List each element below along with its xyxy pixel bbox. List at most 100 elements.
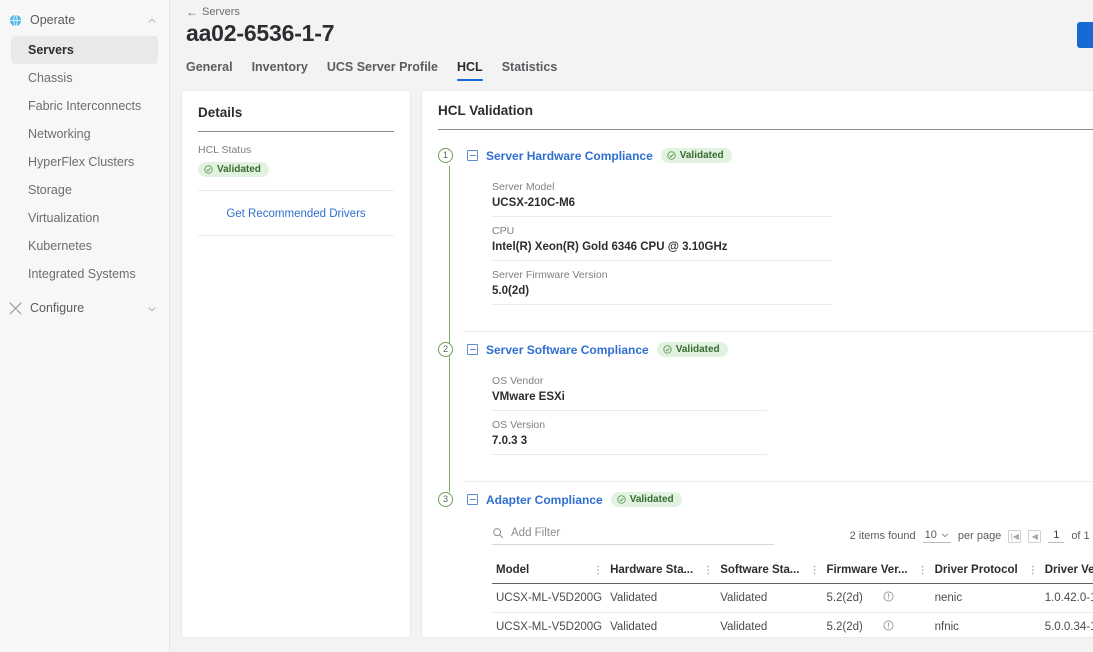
tab-hcl[interactable]: HCL [457, 60, 483, 81]
sidebar: Operate Servers Chassis Fabric Interconn… [0, 0, 170, 652]
step-number: 3 [438, 492, 453, 507]
page-title: aa02-6536-1-7 [186, 20, 335, 46]
status-badge: Validated [656, 342, 728, 357]
sort-icon[interactable]: ⋮ [1018, 565, 1038, 576]
status-badge: Validated [660, 148, 732, 163]
column-header-hardware-status[interactable]: Hardware Sta... ⋮ [606, 558, 717, 584]
sidebar-group-operate[interactable]: Operate [0, 6, 169, 34]
section-title[interactable]: Adapter Compliance [486, 493, 603, 507]
app-root: Operate Servers Chassis Fabric Interconn… [0, 0, 1093, 652]
sidebar-item-label: Integrated Systems [28, 267, 136, 281]
column-header-software-status[interactable]: Software Sta... ⋮ [716, 558, 823, 584]
actions-button[interactable]: Actions [1076, 22, 1093, 48]
breadcrumb[interactable]: ← Servers [186, 6, 240, 18]
sort-icon[interactable]: ⋮ [799, 565, 819, 576]
info-icon[interactable] [883, 620, 894, 634]
get-recommended-drivers-link[interactable]: Get Recommended Drivers [226, 208, 365, 220]
sidebar-item-label: HyperFlex Clusters [28, 155, 135, 169]
section-header: Server Software Compliance Validated [467, 340, 1093, 359]
sidebar-item-fabric-interconnects[interactable]: Fabric Interconnects [11, 92, 158, 120]
cell-software-status: Validated [716, 612, 823, 637]
field-cpu: CPU Intel(R) Xeon(R) Gold 6346 CPU @ 3.1… [492, 217, 832, 261]
status-badge: Validated [198, 162, 269, 177]
tab-label: HCL [457, 60, 483, 74]
sidebar-item-kubernetes[interactable]: Kubernetes [11, 232, 158, 260]
field-label: OS Vendor [492, 375, 544, 387]
cell-driver-version: 5.0.0.34-1OEM.700.1 [1040, 612, 1093, 637]
chevron-up-icon[interactable] [147, 15, 157, 25]
sidebar-item-integrated-systems[interactable]: Integrated Systems [11, 260, 158, 288]
column-header-driver-protocol[interactable]: Driver Protocol ⋮ [930, 558, 1041, 584]
chevron-down-icon[interactable] [147, 303, 157, 313]
tab-label: General [186, 60, 233, 74]
field-value: 7.0.3 3 [492, 435, 528, 447]
prev-page-button[interactable]: ◀ [1028, 529, 1042, 543]
sidebar-item-servers[interactable]: Servers [11, 36, 158, 64]
tab-inventory[interactable]: Inventory [252, 60, 308, 81]
section-header: Adapter Compliance Validated [467, 490, 1093, 509]
cell-model: UCSX-ML-V5D200G [492, 583, 607, 613]
sidebar-item-networking[interactable]: Networking [11, 120, 158, 148]
details-title: Details [198, 105, 243, 120]
collapse-icon[interactable] [467, 150, 478, 161]
first-page-button[interactable]: |◀ [1008, 529, 1022, 543]
table-pagination-top: 2 items found 10 per page |◀ ◀ 1 of 1 [774, 528, 1093, 544]
cell-driver-version: 1.0.42.0-1OEM.670.0 [1040, 583, 1093, 613]
sidebar-group-configure[interactable]: Configure [0, 294, 169, 322]
sidebar-item-hyperflex-clusters[interactable]: HyperFlex Clusters [11, 148, 158, 176]
cell-driver-protocol: nfnic [930, 612, 1041, 637]
table-row[interactable]: UCSX-ML-V5D200G Validated Validated 5.2(… [492, 612, 1093, 637]
column-label: Software Sta... [720, 564, 800, 576]
step-number: 1 [438, 148, 453, 163]
sort-icon[interactable]: ⋮ [908, 565, 928, 576]
table-toolbar: Add Filter 2 items found 10 per page |◀ … [492, 523, 1093, 549]
check-circle-icon [667, 151, 676, 160]
field-label: Server Model [492, 181, 555, 193]
check-circle-icon [617, 495, 626, 504]
filter-input[interactable]: Add Filter [492, 527, 774, 545]
section-body: OS Vendor VMware ESXi OS Version 7.0.3 3 [463, 359, 1093, 482]
sort-icon[interactable]: ⋮ [583, 565, 603, 576]
sidebar-item-virtualization[interactable]: Virtualization [11, 204, 158, 232]
per-page-select[interactable]: 10 [922, 529, 951, 543]
current-page-input[interactable]: 1 [1048, 529, 1065, 543]
collapse-icon[interactable] [467, 494, 478, 505]
section-title[interactable]: Server Hardware Compliance [486, 149, 653, 163]
field-value: VMware ESXi [492, 391, 565, 403]
hcl-status-label: HCL Status [198, 144, 252, 156]
field-os-vendor: OS Vendor VMware ESXi [492, 367, 767, 411]
firmware-version-text: 5.2(2d) [826, 621, 863, 633]
field-server-model: Server Model UCSX-210C-M6 [492, 173, 832, 217]
tab-statistics[interactable]: Statistics [502, 60, 558, 81]
per-page-label: per page [957, 530, 1002, 542]
section-adapter-compliance: 3 Adapter Compliance Validated Add Filte… [438, 482, 1093, 637]
compliance-steps: 1 Server Hardware Compliance Validated S… [438, 130, 1093, 637]
collapse-icon[interactable] [467, 344, 478, 355]
section-title[interactable]: Server Software Compliance [486, 343, 649, 357]
field-label: Server Firmware Version [492, 269, 608, 281]
column-header-model[interactable]: Model ⋮ [492, 558, 607, 584]
table-row[interactable]: UCSX-ML-V5D200G Validated Validated 5.2(… [492, 583, 1093, 613]
tab-general[interactable]: General [186, 60, 233, 81]
column-header-firmware-version[interactable]: Firmware Ver... ⋮ [822, 558, 931, 584]
info-icon[interactable] [883, 591, 894, 605]
column-header-driver-version[interactable]: Driver Version⋮ [1040, 558, 1093, 584]
column-label: Driver Protocol [934, 564, 1018, 576]
tools-icon [6, 299, 24, 317]
sidebar-item-chassis[interactable]: Chassis [11, 64, 158, 92]
sort-icon[interactable]: ⋮ [693, 565, 713, 576]
step-connector-line [448, 482, 450, 492]
sidebar-item-storage[interactable]: Storage [11, 176, 158, 204]
per-page-value: 10 [924, 529, 937, 541]
tab-label: Inventory [251, 60, 308, 74]
hcl-status-row: HCL Status Validated [198, 132, 394, 191]
field-label: OS Version [492, 419, 546, 431]
status-badge-label: Validated [629, 494, 674, 505]
section-body: Server Model UCSX-210C-M6 CPU Intel(R) X… [463, 165, 1093, 332]
tab-ucs-server-profile[interactable]: UCS Server Profile [327, 60, 438, 81]
field-value: 5.0(2d) [492, 285, 530, 297]
search-icon [493, 528, 504, 539]
firmware-version-text: 5.2(2d) [826, 592, 863, 604]
